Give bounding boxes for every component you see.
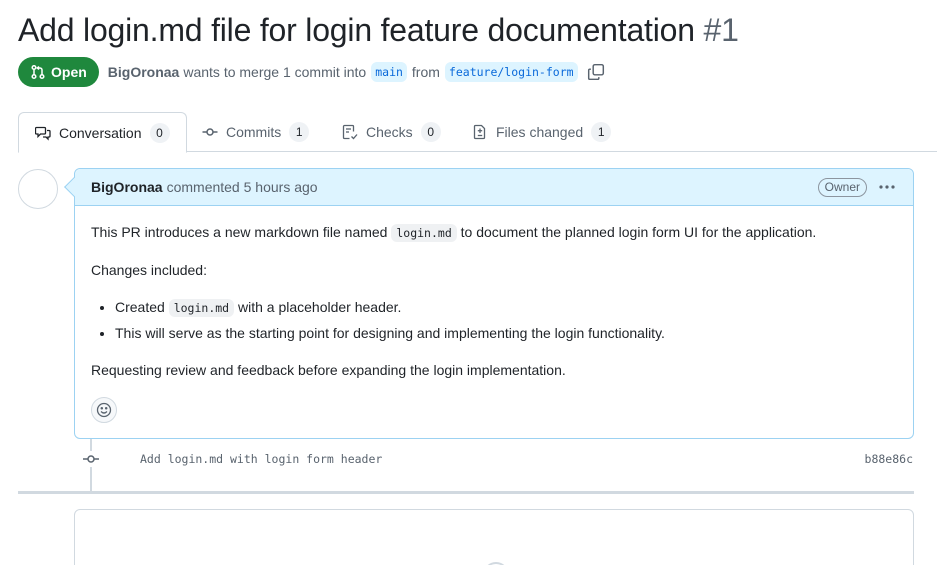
- body-text: with a placeholder header.: [237, 299, 402, 315]
- comment-timestamp[interactable]: 5 hours ago: [244, 179, 318, 195]
- pr-meta: Open BigOronaa wants to merge 1 commit i…: [18, 57, 605, 87]
- merge-text: wants to merge 1 commit into: [183, 64, 367, 80]
- body-text: to document the planned login form UI fo…: [460, 224, 817, 240]
- tab-checks-count: 0: [420, 122, 441, 142]
- commit-node: [82, 451, 100, 467]
- state-label: Open: [51, 64, 87, 80]
- file-diff-icon: [473, 124, 486, 140]
- tab-checks-label: Checks: [366, 124, 413, 140]
- pr-number: #1: [703, 12, 739, 48]
- tab-files-changed-label: Files changed: [496, 124, 584, 140]
- tab-commits-count: 1: [289, 122, 310, 142]
- tab-files-changed[interactable]: Files changed 1: [456, 112, 627, 152]
- comment-paragraph: Changes included:: [91, 262, 207, 278]
- smiley-icon: [96, 402, 112, 418]
- add-reaction-button[interactable]: [91, 397, 117, 423]
- tab-files-changed-count: 1: [591, 122, 612, 142]
- copy-branch-button[interactable]: [587, 63, 605, 81]
- copy-icon: [587, 63, 604, 81]
- list-item: Created login.md with a placeholder head…: [115, 297, 897, 319]
- tab-checks[interactable]: Checks 0: [326, 112, 457, 152]
- kebab-horizontal-icon: [879, 185, 895, 189]
- git-commit-icon: [83, 455, 99, 463]
- owner-badge: Owner: [817, 178, 867, 197]
- base-branch-link[interactable]: main: [371, 62, 407, 82]
- comment-discussion-icon: [35, 126, 51, 141]
- pr-title: Add login.md file for login feature docu…: [18, 12, 739, 49]
- comment-action: commented: [166, 179, 240, 195]
- body-text: This PR introduces a new markdown file n…: [91, 224, 388, 240]
- comment-author-link[interactable]: BigOronaa: [91, 179, 163, 195]
- git-commit-icon: [202, 128, 218, 136]
- pull-request-icon: [31, 64, 45, 80]
- inline-code: login.md: [391, 224, 457, 242]
- pr-tabs: Conversation 0 Commits 1 Checks 0 Files …: [18, 112, 937, 153]
- tab-conversation-count: 0: [149, 122, 170, 143]
- tab-commits[interactable]: Commits 1: [186, 112, 325, 152]
- pr-author-link[interactable]: BigOronaa: [108, 64, 180, 80]
- commit-message-link[interactable]: Add login.md with login form header: [140, 452, 382, 466]
- timeline-divider: [18, 491, 914, 494]
- comment-card: BigOronaa commented 5 hours ago Owner Th…: [64, 168, 914, 439]
- changes-list: Created login.md with a placeholder head…: [115, 297, 897, 344]
- comment-paragraph: This PR introduces a new markdown file n…: [91, 222, 897, 244]
- head-branch-link[interactable]: feature/login-form: [444, 62, 578, 82]
- comment-paragraph: Requesting review and feedback before ex…: [91, 362, 566, 378]
- state-badge: Open: [18, 57, 99, 87]
- body-text: Created: [115, 299, 165, 315]
- tab-commits-label: Commits: [226, 124, 282, 140]
- pr-title-text: Add login.md file for login feature docu…: [18, 12, 695, 48]
- comment-body: This PR introduces a new markdown file n…: [75, 206, 913, 381]
- checklist-icon: [342, 124, 358, 140]
- from-text: from: [411, 64, 440, 80]
- comment-header: BigOronaa commented 5 hours ago Owner: [75, 169, 913, 206]
- commit-sha-link[interactable]: b88e86c: [865, 452, 913, 466]
- list-item: This will serve as the starting point fo…: [115, 323, 897, 344]
- avatar[interactable]: [18, 169, 58, 209]
- tab-conversation-label: Conversation: [59, 124, 142, 141]
- inline-code: login.md: [168, 299, 235, 317]
- tab-conversation[interactable]: Conversation 0: [18, 112, 187, 153]
- merge-box: [74, 509, 914, 565]
- comment-options-button[interactable]: [877, 178, 897, 196]
